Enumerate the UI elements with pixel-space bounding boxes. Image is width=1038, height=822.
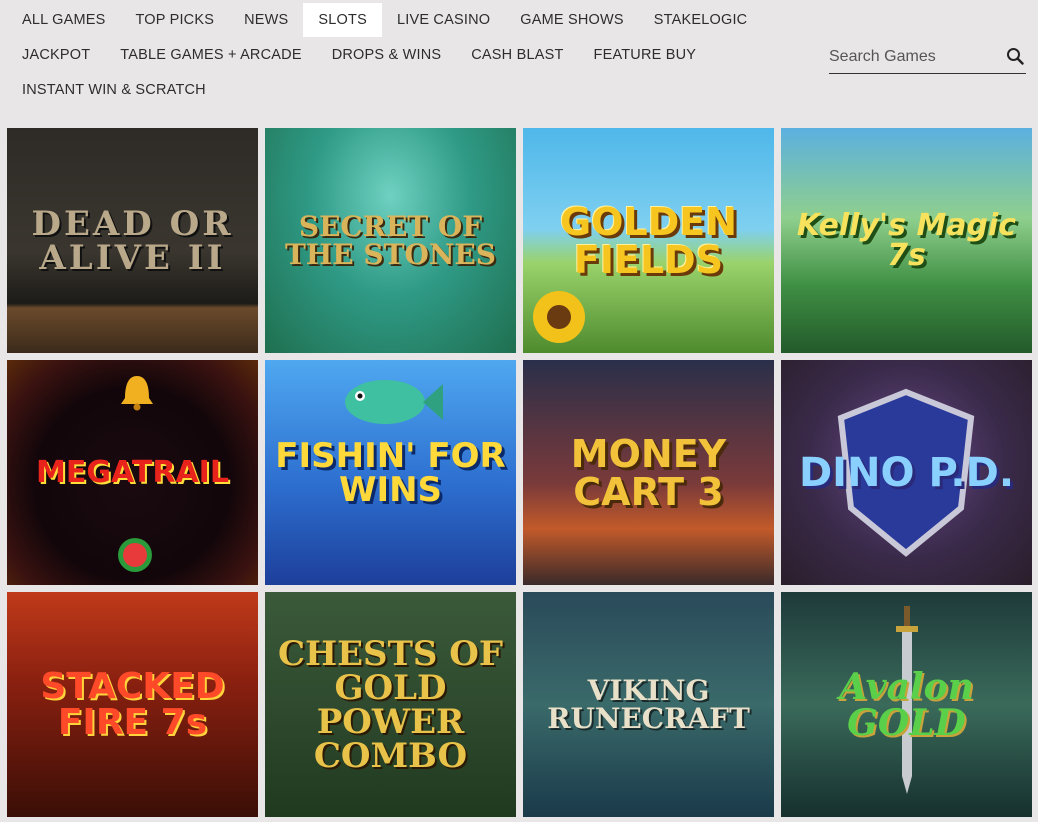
tab-news[interactable]: NEWS: [229, 3, 303, 37]
game-title: Avalon GOLD: [839, 665, 974, 744]
search-icon[interactable]: [1006, 47, 1024, 65]
game-title: SECRET OF THE STONES: [285, 209, 496, 271]
game-tile-kellys-magic-7s[interactable]: Kelly's Magic 7s: [781, 128, 1032, 353]
game-title: GOLDEN FIELDS: [559, 199, 737, 282]
game-grid: DEAD OR ALIVE II SECRET OF THE STONES GO…: [7, 128, 1032, 817]
search-input[interactable]: [829, 44, 999, 70]
game-title: DINO P.D.: [798, 449, 1015, 496]
category-nav: ALL GAMES TOP PICKS NEWS SLOTS LIVE CASI…: [0, 0, 1038, 118]
sunflower-icon: [533, 291, 585, 343]
game-tile-dead-or-alive-2[interactable]: DEAD OR ALIVE II: [7, 128, 258, 353]
game-title: MEGATRAIL: [36, 454, 229, 490]
tab-game-shows[interactable]: GAME SHOWS: [505, 3, 639, 37]
tab-stakelogic[interactable]: STAKELOGIC: [639, 3, 763, 37]
game-tile-viking-runecraft[interactable]: VIKING RUNECRAFT: [523, 592, 774, 817]
watermelon-icon: [118, 538, 152, 572]
nav-row-2: JACKPOT TABLE GAMES + ARCADE DROPS & WIN…: [0, 38, 711, 72]
tab-cash-blast[interactable]: CASH BLAST: [456, 38, 578, 72]
game-title: MONEY CART 3: [570, 431, 727, 514]
tab-live-casino[interactable]: LIVE CASINO: [382, 3, 505, 37]
bell-icon: [121, 376, 153, 411]
game-tile-stacked-fire-7s[interactable]: STACKED FIRE 7s: [7, 592, 258, 817]
tab-feature-buy[interactable]: FEATURE BUY: [579, 38, 712, 72]
game-tile-megatrail[interactable]: MEGATRAIL: [7, 360, 258, 585]
game-tile-money-cart-3[interactable]: MONEY CART 3: [523, 360, 774, 585]
nav-row-3: INSTANT WIN & SCRATCH: [0, 73, 221, 107]
game-title: DEAD OR ALIVE II: [31, 203, 234, 278]
game-tile-secret-of-the-stones[interactable]: SECRET OF THE STONES: [265, 128, 516, 353]
tab-slots[interactable]: SLOTS: [303, 3, 382, 37]
game-title: STACKED FIRE 7s: [40, 665, 225, 743]
game-tile-fishin-for-wins[interactable]: FISHIN' FOR WINS: [265, 360, 516, 585]
fish-icon: [345, 380, 443, 424]
tab-instant-win-scratch[interactable]: INSTANT WIN & SCRATCH: [0, 73, 221, 107]
game-tile-avalon-gold[interactable]: Avalon GOLD: [781, 592, 1032, 817]
tab-table-games-arcade[interactable]: TABLE GAMES + ARCADE: [105, 38, 316, 72]
game-title: CHESTS OF GOLD POWER COMBO: [277, 633, 504, 776]
tab-all-games[interactable]: ALL GAMES: [0, 3, 120, 37]
game-tile-chests-of-gold[interactable]: CHESTS OF GOLD POWER COMBO: [265, 592, 516, 817]
game-title: Kelly's Magic 7s: [796, 207, 1017, 273]
tab-jackpot[interactable]: JACKPOT: [0, 38, 105, 72]
nav-row-1: ALL GAMES TOP PICKS NEWS SLOTS LIVE CASI…: [0, 3, 762, 37]
tab-top-picks[interactable]: TOP PICKS: [120, 3, 229, 37]
game-title: VIKING RUNECRAFT: [547, 673, 750, 735]
search-box: [829, 40, 1026, 74]
game-tile-golden-fields[interactable]: GOLDEN FIELDS: [523, 128, 774, 353]
game-title: FISHIN' FOR WINS: [275, 435, 506, 510]
game-tile-dino-pd[interactable]: DINO P.D.: [781, 360, 1032, 585]
tab-drops-wins[interactable]: DROPS & WINS: [317, 38, 457, 72]
